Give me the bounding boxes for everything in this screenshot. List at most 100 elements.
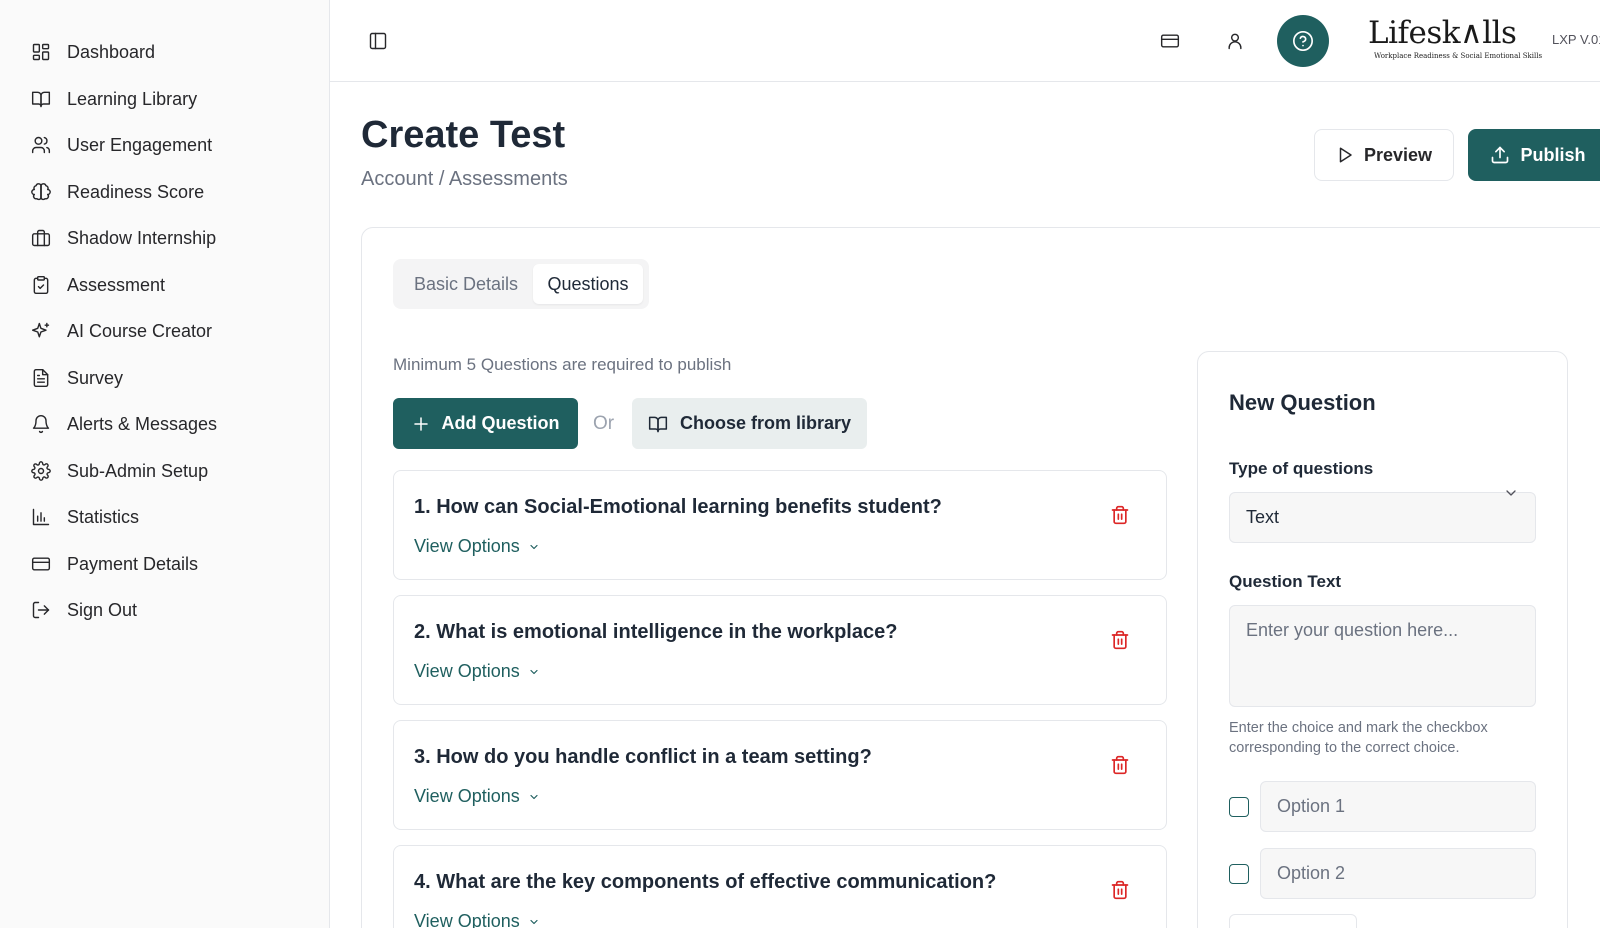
briefcase-icon [30, 227, 52, 249]
trash-icon[interactable] [1110, 505, 1130, 530]
question-card: 3. How do you handle conflict in a team … [393, 720, 1167, 830]
sidebar-item-label: Shadow Internship [67, 227, 217, 248]
sidebar-item-sub-admin-setup[interactable]: Sub-Admin Setup [30, 453, 208, 489]
view-options-toggle[interactable]: View Options [414, 536, 540, 557]
chevron-down-icon [520, 666, 540, 678]
preview-label: Preview [1363, 144, 1433, 165]
sidebar-item-label: Assessment [67, 274, 166, 295]
view-options-label: View Options [414, 786, 520, 806]
book-open-icon [30, 88, 52, 110]
sidebar-item-label: AI Course Creator [67, 320, 213, 341]
users-icon [30, 134, 52, 156]
trash-icon[interactable] [1110, 630, 1130, 655]
bell-icon [30, 413, 52, 435]
logo-tagline: Workplace Readiness & Social Emotional S… [1374, 52, 1543, 60]
add-question-button[interactable]: Add Question [393, 398, 578, 449]
option-1-correct-checkbox[interactable] [1229, 797, 1249, 817]
upload-icon [1490, 145, 1520, 165]
sparkles-icon [30, 320, 52, 342]
question-title: 4. What are the key components of effect… [414, 871, 997, 893]
option-1-input[interactable] [1260, 781, 1536, 832]
questions-requirement-hint: Minimum 5 Questions are required to publ… [393, 355, 732, 374]
sidebar-toggle-icon[interactable] [368, 31, 388, 51]
bar-chart-icon [30, 506, 52, 528]
dashboard-icon [30, 41, 52, 63]
option-2-correct-checkbox[interactable] [1229, 864, 1249, 884]
breadcrumb: Account / Assessments [361, 168, 568, 190]
question-type-value: Text [1246, 507, 1280, 527]
version-label: LXP V.01 [1552, 32, 1600, 47]
sidebar-item-shadow-internship[interactable]: Shadow Internship [30, 220, 216, 256]
sidebar-item-label: User Engagement [67, 134, 213, 155]
sidebar-item-user-engagement[interactable]: User Engagement [30, 127, 212, 163]
sidebar-item-alerts-messages[interactable]: Alerts & Messages [30, 406, 217, 442]
new-question-title: New Question [1229, 390, 1376, 415]
app-root: Dashboard Learning Library User Engageme… [0, 0, 1600, 928]
choose-from-library-button[interactable]: Choose from library [632, 398, 867, 449]
preview-button[interactable]: Preview [1314, 129, 1454, 181]
sidebar-item-statistics[interactable]: Statistics [30, 499, 139, 535]
publish-label: Publish [1520, 144, 1586, 165]
sidebar-item-label: Alerts & Messages [67, 413, 218, 434]
choose-from-library-label: Choose from library [679, 413, 852, 433]
clipboard-check-icon [30, 274, 52, 296]
add-option-button[interactable] [1229, 914, 1357, 928]
chevron-down-icon [520, 791, 540, 803]
question-title: 3. How do you handle conflict in a team … [414, 746, 872, 768]
sidebar-item-label: Sub-Admin Setup [67, 460, 209, 481]
question-card: 2. What is emotional intelligence in the… [393, 595, 1167, 705]
sidebar-item-readiness-score[interactable]: Readiness Score [30, 174, 204, 210]
page-title: Create Test [361, 114, 566, 156]
sign-out-icon [30, 599, 52, 621]
play-icon [1336, 146, 1364, 164]
help-circle-icon [1292, 30, 1314, 52]
question-text-input[interactable] [1229, 605, 1536, 707]
sidebar-item-learning-library[interactable]: Learning Library [30, 81, 197, 117]
sidebar-item-survey[interactable]: Survey [30, 360, 123, 396]
credit-card-icon [30, 553, 52, 575]
plus-icon [412, 415, 442, 433]
sidebar-item-label: Readiness Score [67, 181, 205, 202]
add-question-label: Add Question [441, 413, 560, 433]
document-icon [30, 367, 52, 389]
sidebar-item-label: Learning Library [67, 88, 198, 109]
choice-instructions: Enter the choice and mark the checkbox c… [1229, 720, 1488, 756]
question-title: 1. How can Social-Emotional learning ben… [414, 496, 942, 518]
sidebar: Dashboard Learning Library User Engageme… [0, 0, 330, 928]
chevron-down-icon [520, 916, 540, 928]
sidebar-item-label: Dashboard [67, 41, 156, 62]
tab-list: Basic Details Questions [393, 259, 649, 309]
tab-basic-details[interactable]: Basic Details [401, 264, 531, 304]
sidebar-item-ai-course-creator[interactable]: AI Course Creator [30, 313, 212, 349]
view-options-toggle[interactable]: View Options [414, 661, 540, 682]
question-text-label: Question Text [1229, 572, 1342, 591]
tab-questions[interactable]: Questions [533, 264, 643, 304]
credit-card-icon[interactable] [1159, 31, 1181, 51]
sidebar-item-assessment[interactable]: Assessment [30, 267, 165, 303]
option-2-input[interactable] [1260, 848, 1536, 899]
book-open-icon [648, 414, 680, 434]
question-card: 1. How can Social-Emotional learning ben… [393, 470, 1167, 580]
help-button[interactable] [1277, 15, 1329, 67]
question-type-label: Type of questions [1229, 459, 1374, 478]
sidebar-item-payment-details[interactable]: Payment Details [30, 546, 198, 582]
view-options-label: View Options [414, 536, 520, 556]
trash-icon[interactable] [1110, 755, 1130, 780]
sidebar-item-sign-out[interactable]: Sign Out [30, 592, 137, 628]
user-icon[interactable] [1225, 30, 1245, 52]
question-type-select[interactable]: Text [1229, 490, 1536, 543]
gear-icon [30, 460, 52, 482]
sidebar-item-dashboard[interactable]: Dashboard [30, 34, 155, 70]
brain-icon [30, 181, 52, 203]
sidebar-item-label: Statistics [67, 506, 140, 527]
logo-text: Lifesk∧lls [1368, 15, 1517, 51]
view-options-toggle[interactable]: View Options [414, 911, 540, 928]
trash-icon[interactable] [1110, 880, 1130, 905]
question-card: 4. What are the key components of effect… [393, 845, 1167, 928]
or-separator: Or [593, 413, 615, 434]
lifeskills-logo: Lifesk∧lls Workplace Readiness & Social … [1368, 14, 1542, 64]
top-bar: Lifesk∧lls Workplace Readiness & Social … [330, 0, 1600, 82]
publish-button[interactable]: Publish [1468, 129, 1600, 181]
sidebar-item-label: Payment Details [67, 553, 199, 574]
view-options-toggle[interactable]: View Options [414, 786, 540, 807]
